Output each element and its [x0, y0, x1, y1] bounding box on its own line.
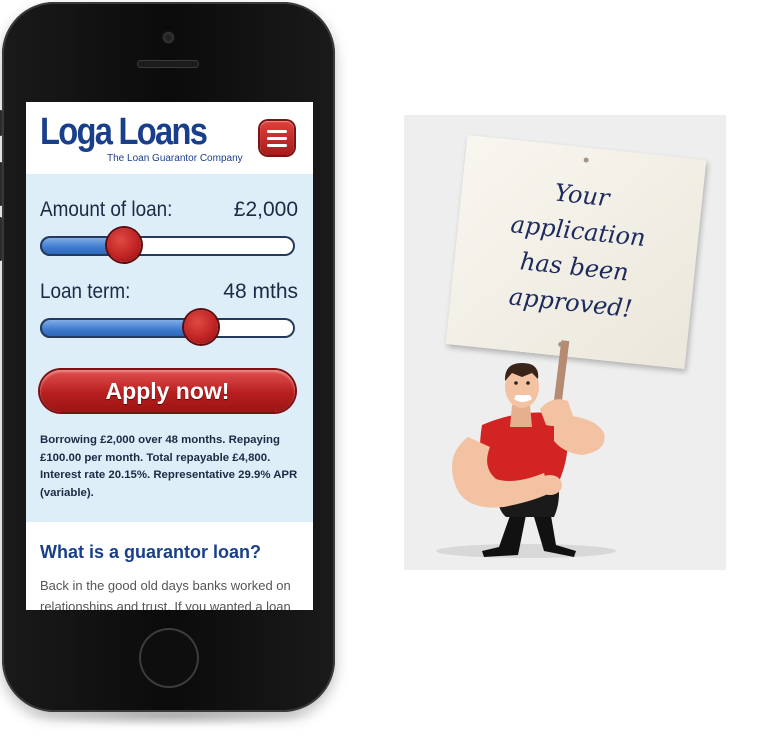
hamburger-menu-icon[interactable]: [260, 121, 294, 155]
logo[interactable]: Loga Loans: [40, 112, 208, 152]
site-header: Loga Loans The Loan Guarantor Company: [26, 102, 313, 174]
home-button: [139, 628, 199, 688]
term-slider[interactable]: [40, 310, 295, 344]
loan-summary: Borrowing £2,000 over 48 months. Repayin…: [40, 434, 298, 500]
phone-screen: Loga Loans The Loan Guarantor Company Am…: [26, 102, 313, 610]
earpiece-speaker: [137, 60, 199, 68]
phone-device: Loga Loans The Loan Guarantor Company Am…: [0, 2, 335, 712]
volume-up-button: [0, 162, 2, 206]
logo-tagline: The Loan Guarantor Company: [107, 153, 243, 164]
section-heading: What is a guarantor loan?: [40, 542, 262, 562]
amount-value: £2,000: [233, 198, 298, 221]
section-body-text: Back in the good old days banks worked o…: [40, 578, 291, 610]
amount-slider-thumb[interactable]: [107, 228, 141, 262]
front-camera: [163, 32, 174, 43]
volume-down-button: [0, 217, 2, 261]
mute-switch: [0, 110, 2, 136]
amount-label: Amount of loan:: [40, 198, 173, 221]
term-slider-thumb[interactable]: [184, 310, 218, 344]
term-slider-fill: [40, 318, 201, 338]
man-holding-sign-icon: [436, 340, 616, 558]
term-value: 48 mths: [223, 280, 298, 303]
loan-calculator: Amount of loan: £2,000 Loan term: 48 mth…: [26, 174, 313, 522]
approval-illustration: Your application has been approved!: [404, 115, 726, 570]
term-label: Loan term:: [40, 280, 131, 303]
amount-slider[interactable]: [40, 228, 295, 262]
apply-now-button[interactable]: Apply now!: [40, 370, 295, 412]
